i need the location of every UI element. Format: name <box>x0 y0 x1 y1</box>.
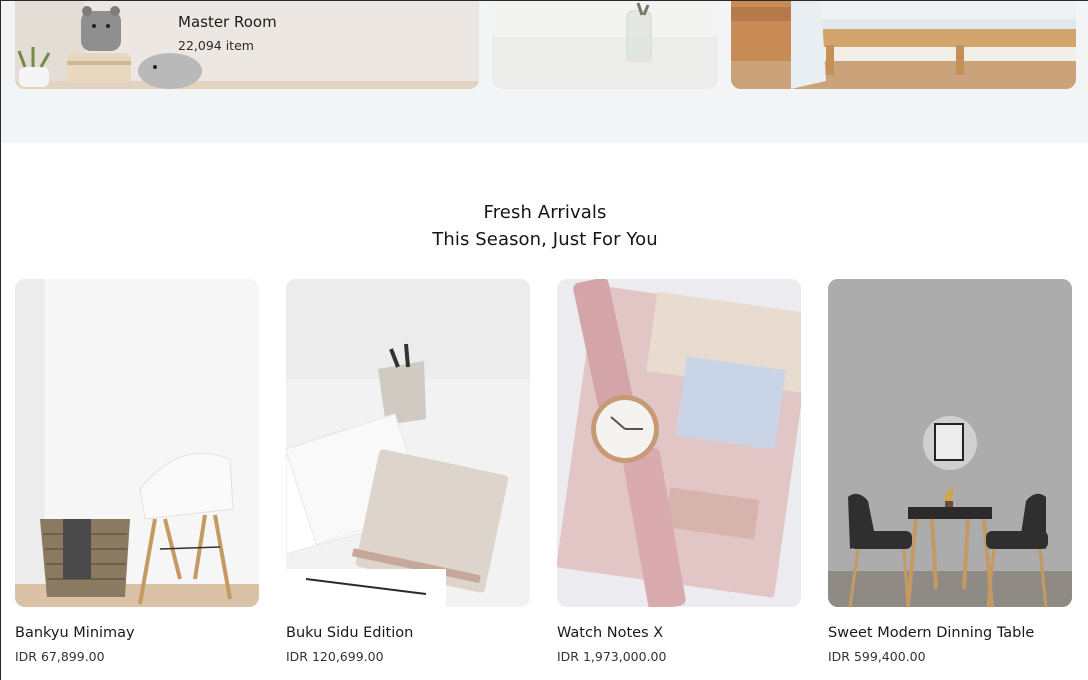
category-card-vase[interactable] <box>492 1 718 89</box>
product-card[interactable]: Watch Notes X IDR 1,973,000.00 <box>557 279 801 664</box>
product-name[interactable]: Bankyu Minimay <box>15 625 135 641</box>
product-price: IDR 599,400.00 <box>828 649 926 664</box>
product-image-watch-notebook[interactable] <box>557 279 801 607</box>
product-price: IDR 120,699.00 <box>286 649 384 664</box>
product-card[interactable]: Buku Sidu Edition IDR 120,699.00 <box>286 279 530 664</box>
bedroom-image <box>731 1 1076 89</box>
section-title: Fresh Arrivals <box>483 202 607 223</box>
section-subtitle: This Season, Just For You <box>432 229 658 250</box>
category-card-master-room[interactable]: Master Room 22,094 item <box>15 1 479 89</box>
vase-image <box>492 1 718 89</box>
product-price: IDR 1,973,000.00 <box>557 649 667 664</box>
product-name[interactable]: Buku Sidu Edition <box>286 625 413 641</box>
product-image-notebook[interactable] <box>286 279 530 607</box>
product-name[interactable]: Watch Notes X <box>557 625 663 641</box>
category-card-bedroom[interactable] <box>731 1 1076 89</box>
product-price: IDR 67,899.00 <box>15 649 105 664</box>
product-image-chair-basket[interactable] <box>15 279 259 607</box>
product-name[interactable]: Sweet Modern Dinning Table <box>828 625 1034 641</box>
category-title: Master Room <box>178 13 277 31</box>
product-card[interactable]: Bankyu Minimay IDR 67,899.00 <box>15 279 259 664</box>
product-image-dining-table[interactable] <box>828 279 1072 607</box>
product-card[interactable]: Sweet Modern Dinning Table IDR 599,400.0… <box>828 279 1072 664</box>
category-strip: Master Room 22,094 item <box>1 1 1088 143</box>
category-count: 22,094 item <box>178 38 254 53</box>
